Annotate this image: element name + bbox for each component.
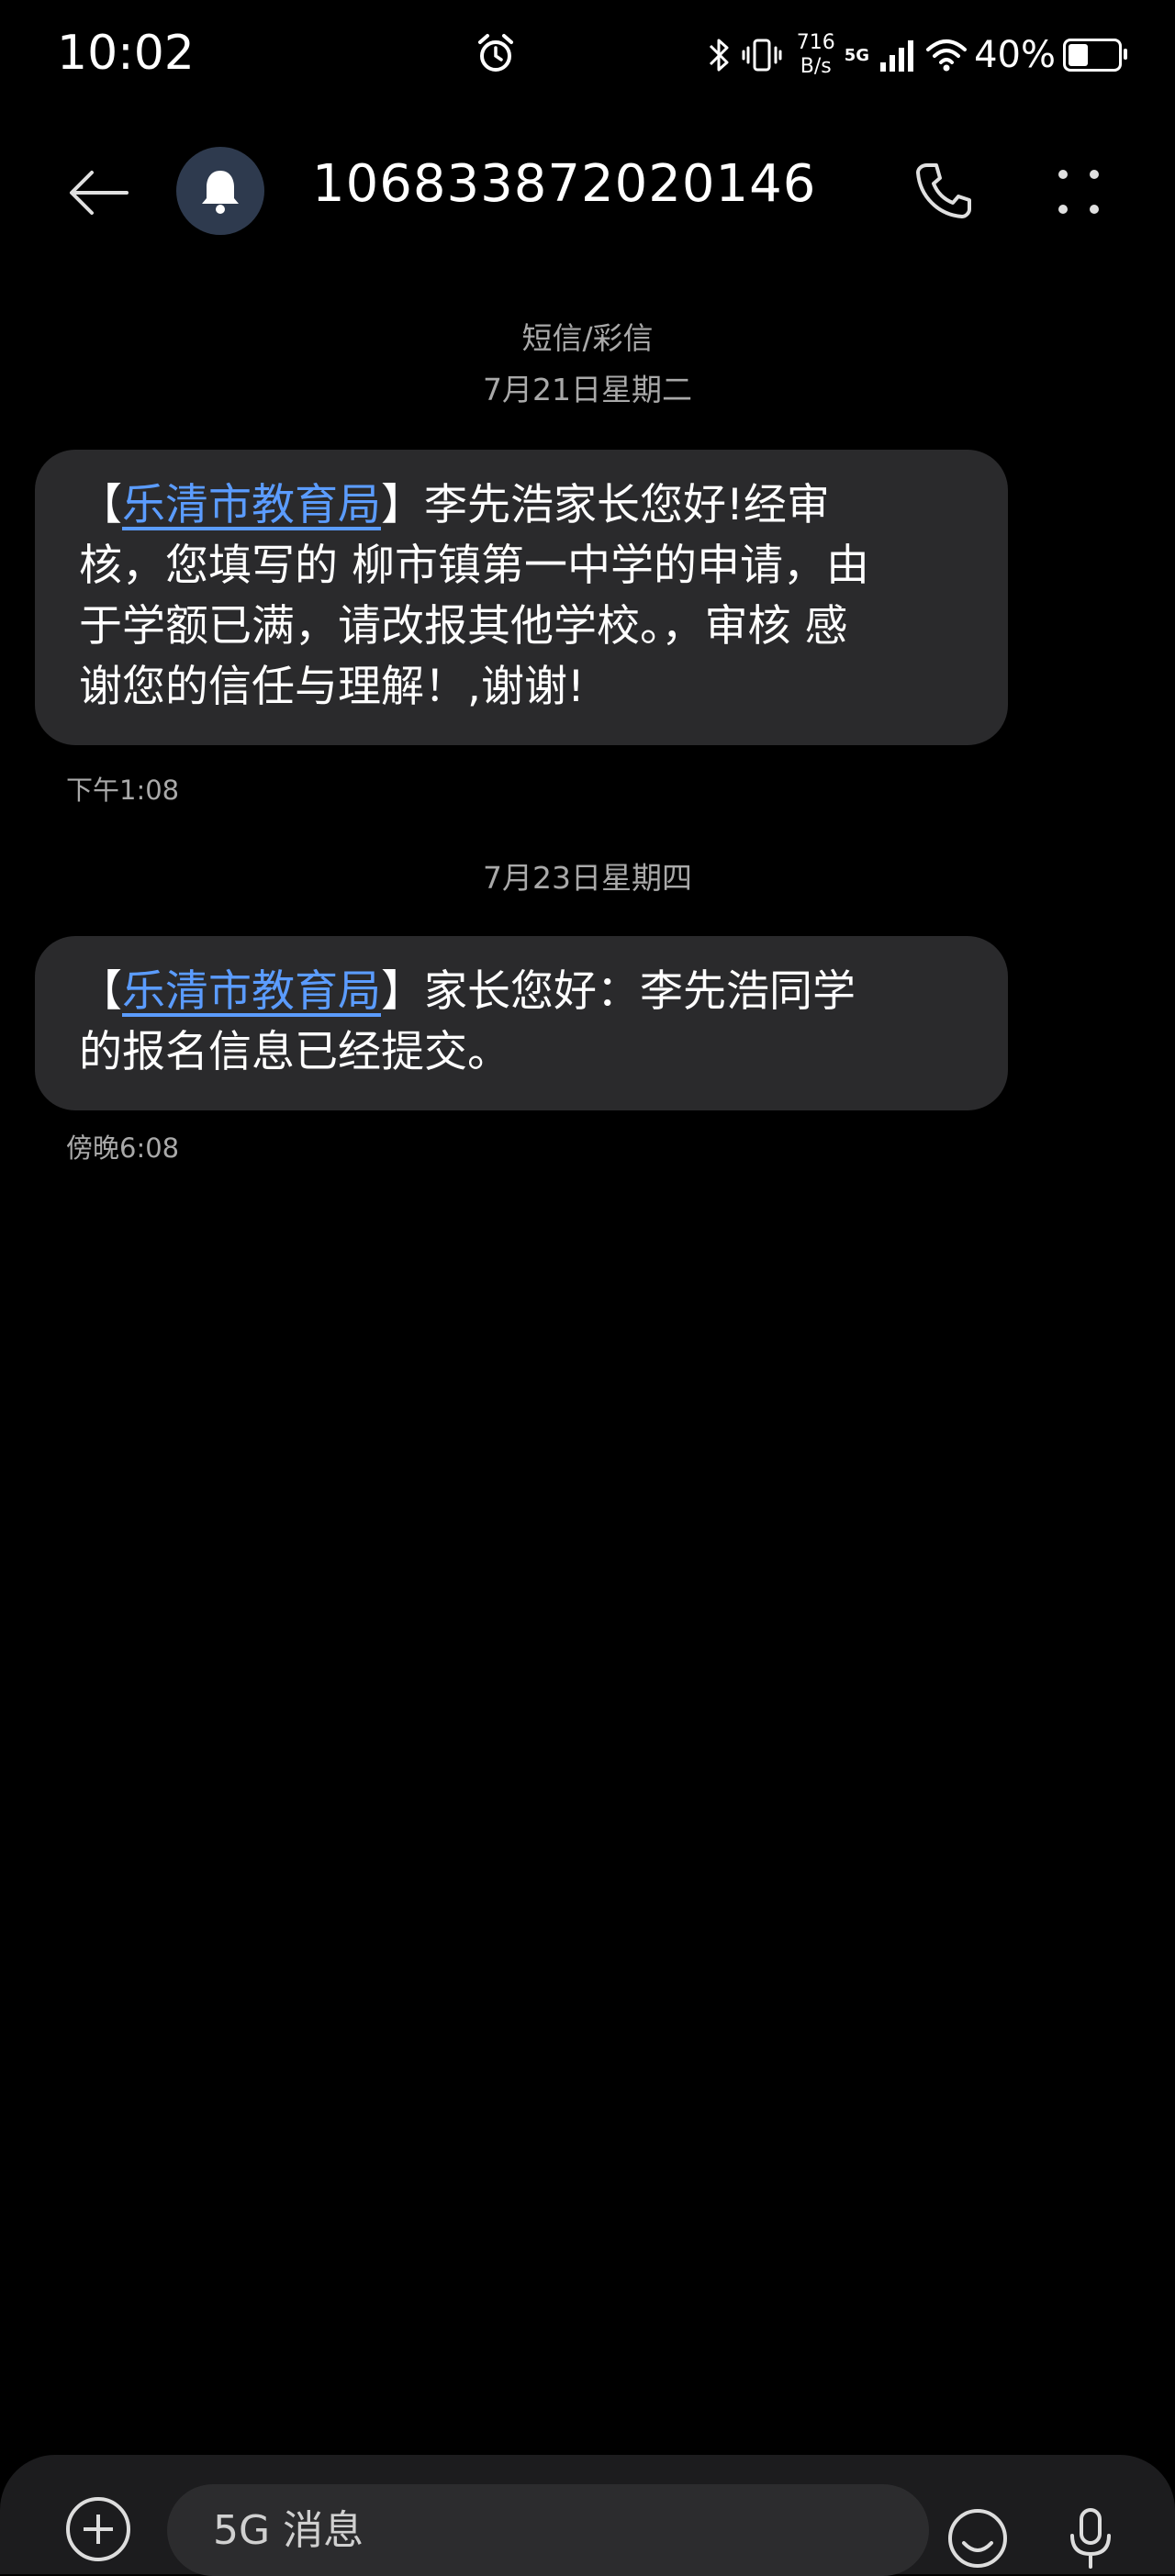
back-arrow-icon[interactable] [66,163,130,222]
sender-link[interactable]: 乐清市教育局 [122,480,381,530]
alarm-icon [478,34,513,72]
date-separator: 7月21日星期二 [483,372,692,407]
add-icon[interactable] [66,2497,130,2561]
message-line: 核，您填写的 柳市镇第一中学的申请，由 [79,541,869,591]
signal-icon [880,40,914,72]
status-time: 10:02 [57,26,195,81]
message-bubble[interactable]: 【乐清市教育局】李先浩家长您好!经审 核，您填写的 柳市镇第一中学的申请，由 于… [35,450,1008,745]
message-line: 的报名信息已经提交。 [79,1027,510,1077]
channel-label: 短信/彩信 [521,320,654,356]
message-line: 于学额已满，请改报其他学校。，审核 感 [79,601,848,652]
message-text: 家长您好：李先浩同学 [424,966,856,1017]
network-type: 5G [844,45,870,65]
net-speed-unit: B/s [800,55,832,78]
status-bar: 10:02 716 B/s 5G 40% [0,0,1175,110]
message-line: 谢您的信任与理解！,谢谢! [79,662,585,712]
vibrate-icon [742,39,782,72]
bluetooth-icon [709,39,729,72]
composer-bar [0,2455,1175,2576]
message-time: 下午1:08 [66,775,180,806]
sender-link[interactable]: 乐清市教育局 [122,966,381,1017]
wifi-icon [926,39,968,72]
emoji-icon[interactable] [946,2506,1010,2570]
avatar[interactable] [176,147,264,235]
bell-icon [202,171,239,214]
message-line: 【乐清市教育局】李先浩家长您好!经审 [79,480,830,530]
message-input[interactable] [167,2484,929,2576]
message-line: 【乐清市教育局】家长您好：李先浩同学 [79,966,856,1017]
date-separator: 7月23日星期四 [483,860,692,896]
message-time: 傍晚6:08 [66,1132,180,1164]
net-speed: 716 B/s [797,31,835,79]
battery-text: 40% [974,34,1056,76]
battery-fill [1069,44,1088,66]
contact-number: 106833872020146 [312,154,817,214]
more-icon[interactable] [1046,162,1111,226]
phone-icon[interactable] [911,158,975,222]
message-text: 李先浩家长您好!经审 [424,480,830,530]
status-icons: 716 B/s 5G 40% [698,26,1127,84]
conversation-header: 106833872020146 [0,138,1175,248]
microphone-icon[interactable] [1063,2506,1118,2570]
net-speed-value: 716 [796,31,835,54]
message-bubble[interactable]: 【乐清市教育局】家长您好：李先浩同学 的报名信息已经提交。 [35,936,1008,1110]
battery-icon [1063,39,1127,72]
